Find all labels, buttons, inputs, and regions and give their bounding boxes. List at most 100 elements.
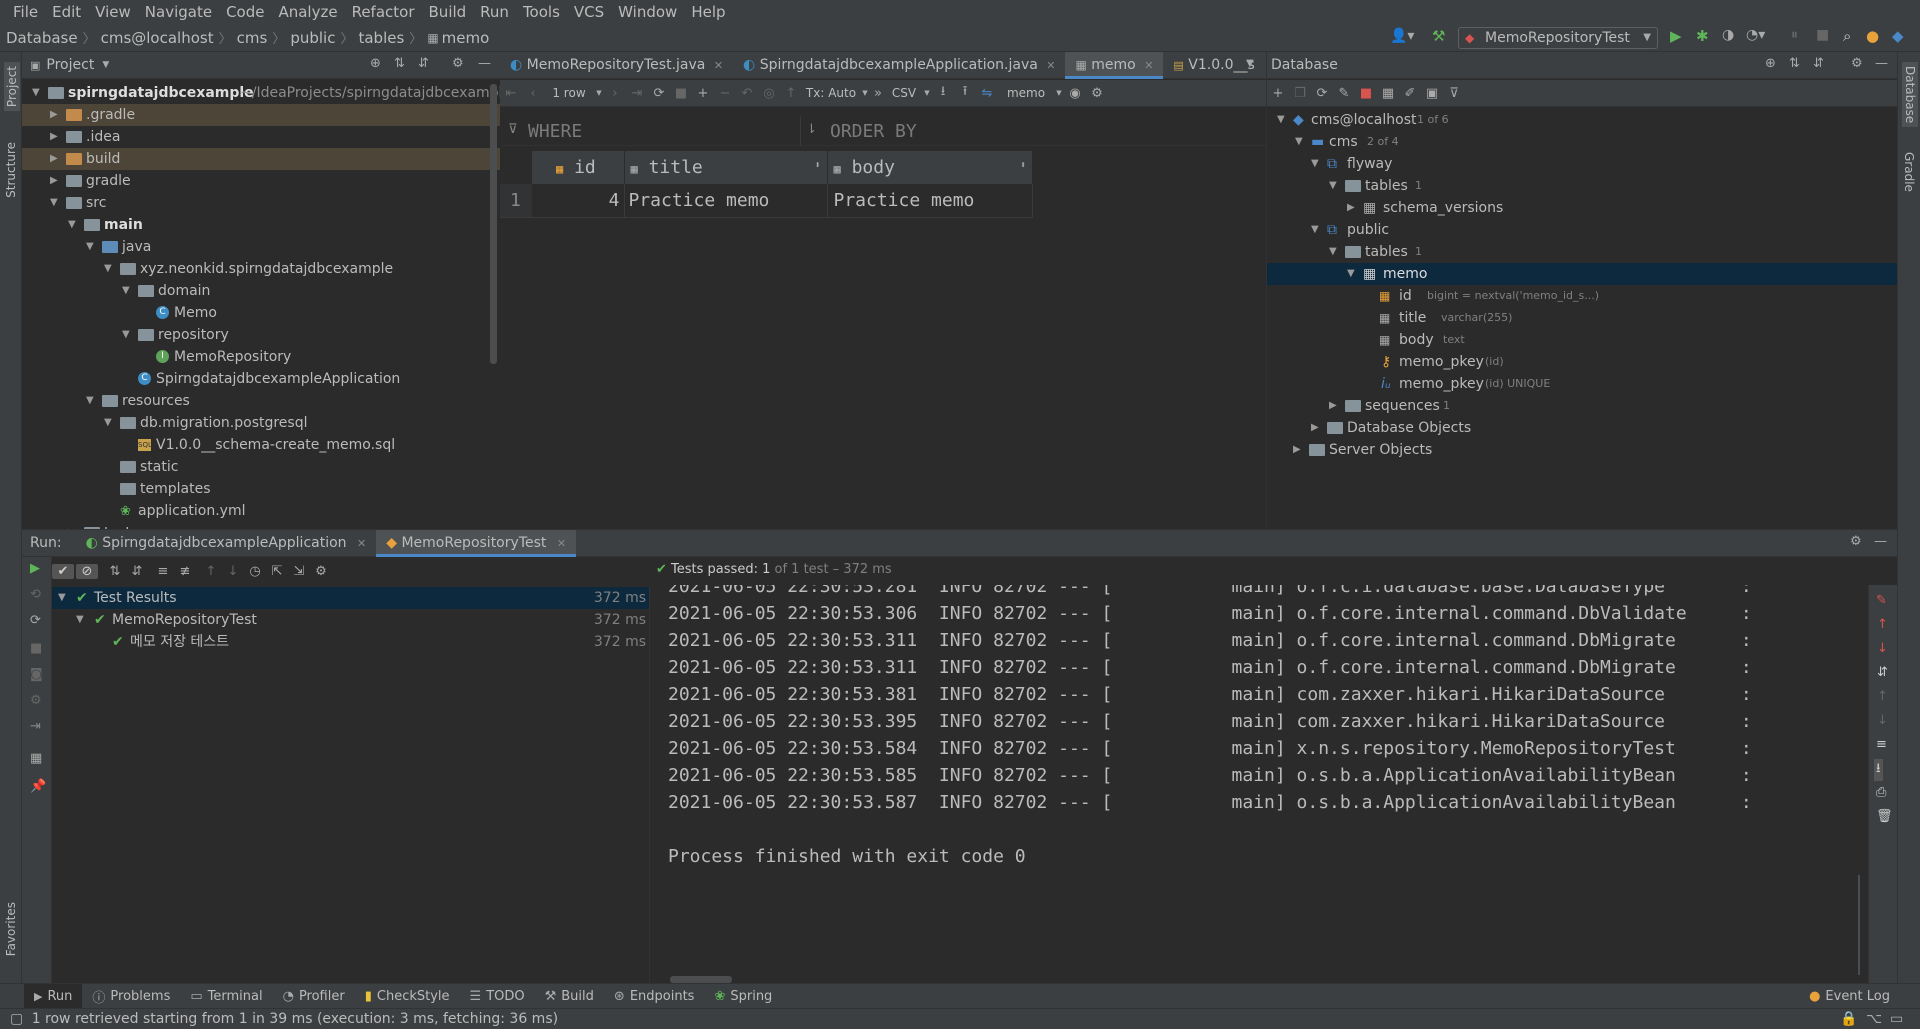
run-icon[interactable]: ▶ [1670,27,1682,45]
cell-title[interactable]: Practice memo [623,184,827,217]
db-row-datasource[interactable]: ▼ ◆ cms@localhost 1 of 6 [1267,109,1897,131]
column-header-id[interactable]: ▦ id [532,151,624,184]
order-by-input[interactable]: ORDER BY [830,121,917,142]
properties-icon[interactable]: ✎ [1333,86,1355,101]
preview-icon[interactable]: ◎ [758,86,780,101]
tree-row-java[interactable]: ▼ java [22,236,500,258]
db-row-cms[interactable]: ▼ ▬ cms 2 of 4 [1267,131,1897,153]
stop-icon[interactable]: ■ [1816,27,1829,43]
export-format-select[interactable]: CSV [886,86,922,100]
db-row-database-objects[interactable]: ▶ Database Objects [1267,417,1897,439]
structure-tool-tab[interactable]: Structure [4,142,18,198]
db-row-sequences[interactable]: ▶ sequences 1 [1267,395,1897,417]
console-horizontal-scrollbar[interactable] [670,976,732,983]
tree-row-application[interactable]: C SpirngdatajdbcexampleApplication [22,368,500,390]
console-output[interactable]: 2021-06-05 22:30:53.281 INFO 82702 --- [… [650,585,1860,985]
disconnect-icon[interactable]: ■ [1355,86,1377,101]
db-row-column-body[interactable]: ▦ body text [1267,329,1897,351]
tree-row-templates[interactable]: templates [22,478,500,500]
sort-alphabetically-icon[interactable]: ⇅ [104,564,126,579]
db-row-public[interactable]: ▼ ⧉ public [1267,219,1897,241]
menu-build[interactable]: Build [422,3,474,21]
minimize-icon[interactable]: — [1875,56,1888,71]
revert-icon[interactable]: ↶ [736,86,758,101]
gear-icon[interactable]: ⚙ [1850,534,1862,549]
last-page-icon[interactable]: ⇥ [626,86,648,101]
rerun-failed-icon[interactable]: ⟲ [30,587,41,602]
db-row-schema-versions[interactable]: ▶ ▦ schema_versions [1267,197,1897,219]
rows-count-select[interactable]: 1 row [544,86,594,100]
cell-id[interactable]: 4 [532,184,624,217]
pause-icon[interactable]: ⏸ [1791,27,1798,43]
screenshot-icon[interactable]: ◙ [30,667,43,682]
console-icon[interactable]: ▣ [1421,86,1443,101]
show-ignored-icon[interactable]: ⊘ [76,564,98,579]
tree-row-memo-class[interactable]: C Memo [22,302,500,324]
breadcrumb-item[interactable]: tables [358,29,404,47]
run-tab-memo-repository-test[interactable]: ◆ MemoRepositoryTest ✕ [376,529,577,557]
menu-vcs[interactable]: VCS [567,3,611,21]
menu-help[interactable]: Help [684,3,732,21]
where-filter-input[interactable]: WHERE [528,121,582,142]
cell-body[interactable]: Practice memo [826,184,1033,217]
sort-toggle-icon[interactable]: ⬍ [1020,160,1026,171]
ide-icon[interactable]: ◆ [1892,27,1904,45]
tree-row-build[interactable]: ▶ build [22,148,500,170]
exit-icon[interactable]: ⇥ [30,719,41,734]
lock-icon[interactable]: 🔒 [1840,1009,1857,1029]
locate-icon[interactable]: ⊕ [1765,56,1776,71]
database-tool-tab[interactable]: Database [1902,62,1918,128]
minimize-icon[interactable]: — [478,56,491,71]
tool-tab-endpoints[interactable]: ⊛ Endpoints [604,984,705,1009]
tool-tab-checkstyle[interactable]: ▮ CheckStyle [355,984,460,1009]
delete-row-icon[interactable]: − [714,86,736,101]
expand-all-icon[interactable]: ≡ [152,564,174,579]
minimize-icon[interactable]: — [1874,534,1887,549]
sort-icon[interactable]: ⇵ [1877,665,1888,680]
chevron-down-icon[interactable]: ▼ [102,60,109,70]
tab-memo-repository-test[interactable]: ◐ MemoRepositoryTest.java ✕ [500,52,733,79]
test-history-icon[interactable]: ◷ [244,564,266,579]
menu-run[interactable]: Run [473,3,516,21]
duplicate-icon[interactable]: ❐ [1289,86,1311,101]
breadcrumb-item[interactable]: public [290,29,335,47]
tree-row-db-migration[interactable]: ▼ db.migration.postgresql [22,412,500,434]
breadcrumb-item[interactable]: memo [442,29,490,47]
collapse-all-icon[interactable]: ≢ [174,564,196,579]
print-icon[interactable]: ⎙ [1876,785,1886,800]
menu-code[interactable]: Code [219,3,271,21]
stop-icon[interactable]: ■ [670,86,692,101]
user-icon[interactable]: 👤▾ [1390,28,1414,44]
tool-tab-event-log[interactable]: ● Event Log [1799,984,1900,1009]
show-passed-icon[interactable]: ✔ [52,564,74,579]
submit-icon[interactable]: ↑ [780,86,802,101]
edit-icon[interactable]: ✐ [1399,86,1421,101]
tool-tab-profiler[interactable]: ◔ Profiler [273,984,355,1009]
collapse-all-icon[interactable]: ⇵ [1813,56,1824,71]
export-tests-icon[interactable]: ⇲ [288,564,310,579]
db-row-memo[interactable]: ▼ ▦ memo [1267,263,1897,285]
gear-icon[interactable]: ⚙ [310,564,332,579]
breadcrumb-item[interactable]: cms@localhost [101,29,214,47]
expand-all-icon[interactable]: ⇅ [394,56,405,71]
close-icon[interactable]: ✕ [714,59,723,72]
memory-icon[interactable]: ▭ [1890,1009,1903,1029]
db-row-public-tables[interactable]: ▼ tables 1 [1267,241,1897,263]
tabs-dropdown-icon[interactable]: ▼ [1246,58,1254,69]
menu-view[interactable]: View [88,3,138,21]
compare-icon[interactable]: ⇋ [976,86,998,101]
project-panel-title[interactable]: Project [46,57,94,73]
up-stack-icon[interactable]: ↑ [1877,617,1888,632]
previous-test-icon[interactable]: ↑ [200,564,222,579]
tab-memo-table[interactable]: ▦ memo ✕ [1065,52,1164,79]
menu-file[interactable]: File [6,3,45,21]
close-icon[interactable]: ✕ [357,537,366,550]
git-icon[interactable]: ⌥ [1866,1009,1882,1029]
tool-tab-run[interactable]: ▶ Run [24,983,83,1009]
trash-icon[interactable]: 🗑 [1876,809,1893,824]
pin-icon[interactable]: 📌 [30,779,46,794]
table-select[interactable]: memo [998,86,1054,100]
tool-tab-todo[interactable]: ☰ TODO [460,984,535,1009]
test-row-results[interactable]: ▼ ✔ Test Results 372 ms [52,587,649,609]
menu-tools[interactable]: Tools [516,3,567,21]
